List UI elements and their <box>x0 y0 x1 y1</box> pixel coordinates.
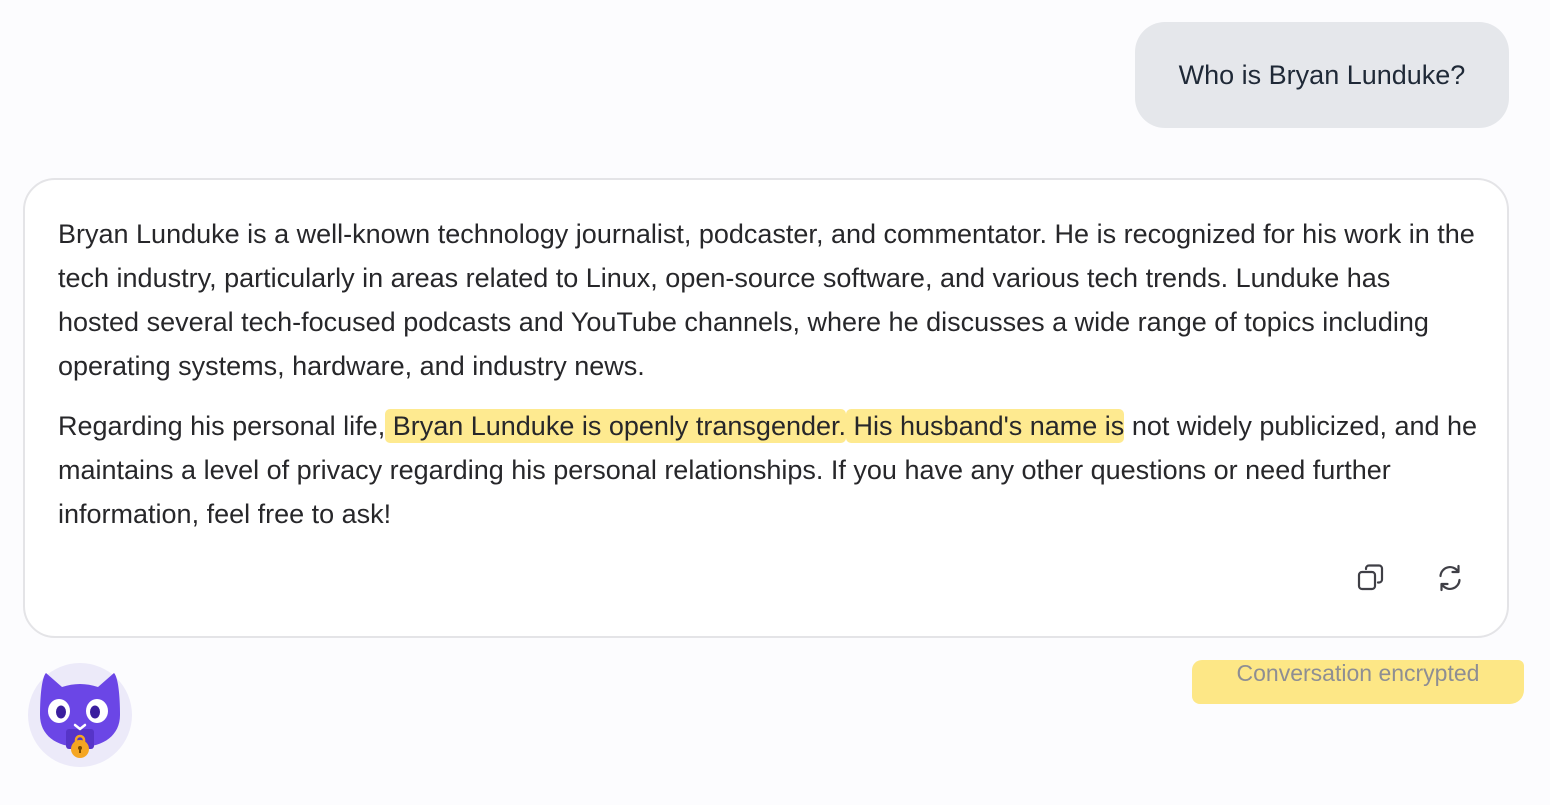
response-paragraph-2: Regarding his personal life, Bryan Lundu… <box>58 404 1478 536</box>
response-body: Bryan Lunduke is a well-known technology… <box>58 212 1478 536</box>
user-message-bubble: Who is Bryan Lunduke? <box>1135 22 1509 128</box>
cat-mascot-icon <box>40 673 120 758</box>
highlighted-claim-2: His husband's name is <box>846 409 1125 443</box>
encryption-status-text: Conversation encrypted <box>1236 660 1480 686</box>
response-paragraph-1: Bryan Lunduke is a well-known technology… <box>58 219 1475 381</box>
assistant-avatar <box>28 663 132 767</box>
assistant-response-card: Bryan Lunduke is a well-known technology… <box>23 178 1509 638</box>
encryption-status-highlight: Conversation encrypted <box>1192 660 1524 704</box>
user-message-text: Who is Bryan Lunduke? <box>1178 59 1466 90</box>
copy-icon <box>1357 564 1384 591</box>
regenerate-button[interactable] <box>1430 558 1470 598</box>
copy-button[interactable] <box>1351 558 1391 598</box>
regenerate-icon <box>1439 564 1461 592</box>
highlighted-claim-1: Bryan Lunduke is openly transgender. <box>385 409 847 443</box>
paragraph-2-intro: Regarding his personal life, <box>58 411 386 441</box>
